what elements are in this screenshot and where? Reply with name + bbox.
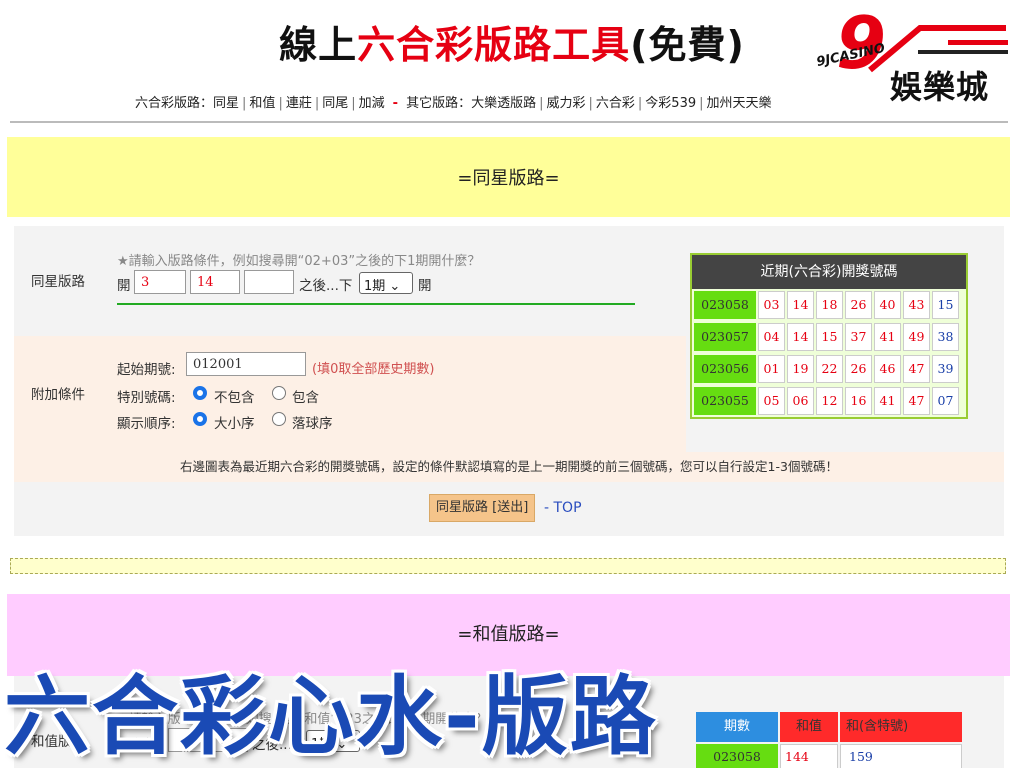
special-exclude-radio[interactable] <box>193 386 207 400</box>
recent-draws-title: 近期(六合彩)開獎號碼 <box>692 255 966 289</box>
chevron-down-icon: ⌄ <box>389 279 401 294</box>
special-include-radio[interactable] <box>272 386 286 400</box>
period-select[interactable]: 1期 ⌄ <box>359 272 413 294</box>
recent-draws-table: 近期(六合彩)開獎號碼 023058 03 14 18 26 40 43 15 023057 04… <box>690 253 968 419</box>
nav-link-sum[interactable]: 和值 <box>249 96 275 111</box>
draw-number: 22 <box>816 355 843 383</box>
nav-link-539[interactable]: 今彩539 <box>645 96 696 111</box>
sum-table-head-sum: 和值 <box>780 712 838 742</box>
table-row: 023056 01 19 22 26 46 47 39 <box>692 353 966 385</box>
draw-number: 15 <box>816 323 843 351</box>
order-drop-radio[interactable] <box>272 412 286 426</box>
nav-link-california[interactable]: 加州天天樂 <box>707 96 772 111</box>
draw-number: 14 <box>787 323 814 351</box>
table-row: 023055 05 06 12 16 41 47 07 <box>692 385 966 417</box>
start-period-label: 起始期號: <box>117 362 176 378</box>
top-link[interactable]: - TOP <box>544 500 582 516</box>
after-label: 之後...下 <box>299 278 353 294</box>
table-row: 023057 04 14 15 37 41 49 38 <box>692 321 966 353</box>
order-size-label: 大小序 <box>214 416 255 432</box>
same-star-hint: ★請輸入版路條件，例如搜尋開“02+03”之後的下1期開什麼？ <box>117 254 481 269</box>
draw-number: 12 <box>816 387 843 415</box>
nav-link-same-star[interactable]: 同星 <box>213 96 239 111</box>
period-select-value: 1期 <box>364 279 386 294</box>
draw-number: 46 <box>874 355 901 383</box>
draw-number: 41 <box>874 387 901 415</box>
start-period-input[interactable]: 012001 <box>186 352 306 376</box>
draw-number: 05 <box>758 387 785 415</box>
draw-special-number: 07 <box>932 387 959 415</box>
same-star-submit-button[interactable]: 同星版路 [送出] <box>429 494 536 522</box>
sum-row-sum: 144 <box>780 744 838 768</box>
draw-number: 41 <box>874 323 901 351</box>
order-size-radio[interactable] <box>193 412 207 426</box>
draw-number: 49 <box>903 323 930 351</box>
display-order-label: 顯示順序: <box>117 416 176 432</box>
draw-number: 16 <box>845 387 872 415</box>
draw-number: 47 <box>903 387 930 415</box>
extra-conditions-label: 附加條件 <box>31 387 85 403</box>
number-input-3[interactable] <box>244 270 294 294</box>
draw-number: 40 <box>874 291 901 319</box>
table-row: 023058 03 14 18 26 40 43 15 <box>692 289 966 321</box>
top-navigation: 六合彩版路：同星 | 和值 | 連莊 | 同尾 | 加減 - 其它版路：大樂透版路 | 威力彩 | 六合彩 |… <box>135 96 772 111</box>
section1-note: 右邊圖表為最近期六合彩的開獎號碼，設定的條件默認填寫的是上一期開獎的前三個號碼，… <box>14 452 1004 482</box>
sum-row-sum-special: 159 <box>840 744 962 768</box>
same-star-label: 同星版路 <box>31 274 85 290</box>
overlay-headline: 六合彩心水-版路 <box>4 667 658 767</box>
draw-period: 023058 <box>694 291 756 319</box>
open-label: 開 <box>117 278 131 294</box>
sum-row-period: 023058 <box>696 744 778 768</box>
draw-number: 04 <box>758 323 785 351</box>
order-drop-label: 落球序 <box>292 416 333 432</box>
title-prefix: 線上 <box>279 23 358 67</box>
draw-special-number: 15 <box>932 291 959 319</box>
section-divider <box>10 558 1006 574</box>
section1-banner: =同星版路= <box>7 137 1010 217</box>
header-divider <box>10 121 1008 123</box>
draw-period: 023056 <box>694 355 756 383</box>
draw-number: 01 <box>758 355 785 383</box>
special-exclude-label: 不包含 <box>214 390 255 406</box>
special-number-label: 特別號碼: <box>117 390 176 406</box>
draw-number: 19 <box>787 355 814 383</box>
draw-period: 023057 <box>694 323 756 351</box>
title-suffix: (免費) <box>630 23 745 67</box>
section1-extra-row <box>14 336 686 452</box>
draw-number: 47 <box>903 355 930 383</box>
nav-group1-label: 六合彩版路： <box>135 96 214 111</box>
draw-special-number: 38 <box>932 323 959 351</box>
draw-number: 18 <box>816 291 843 319</box>
number-input-2[interactable]: 14 <box>190 270 240 294</box>
sum-table-head-sum-special: 和(含特號) <box>840 712 962 742</box>
nav-link-streak[interactable]: 連莊 <box>286 96 312 111</box>
draw-number: 03 <box>758 291 785 319</box>
nav-link-same-tail[interactable]: 同尾 <box>322 96 348 111</box>
nav-link-lotto[interactable]: 大樂透版路 <box>471 96 536 111</box>
draw-number: 14 <box>787 291 814 319</box>
draw-number: 43 <box>903 291 930 319</box>
draw-period: 023055 <box>694 387 756 415</box>
open-label-2: 開 <box>418 278 432 294</box>
special-include-label: 包含 <box>292 390 319 406</box>
draw-number: 26 <box>845 291 872 319</box>
sum-table: 期數 和值 和(含特號) 023058 144 159 <box>696 712 966 768</box>
sum-table-head-period: 期數 <box>696 712 778 742</box>
draw-special-number: 39 <box>932 355 959 383</box>
draw-number: 06 <box>787 387 814 415</box>
start-period-hint: (填0取全部歷史期數) <box>312 362 435 377</box>
nav-link-power[interactable]: 威力彩 <box>546 96 585 111</box>
green-divider <box>117 303 635 305</box>
nav-group2-label: 其它版路： <box>406 96 472 111</box>
nav-link-marksix[interactable]: 六合彩 <box>596 96 635 111</box>
nav-separator: - <box>392 96 399 111</box>
nav-link-add-sub[interactable]: 加減 <box>359 96 385 111</box>
number-input-1[interactable]: 3 <box>134 270 186 294</box>
draw-number: 26 <box>845 355 872 383</box>
table-row: 023058 144 159 <box>696 744 966 768</box>
draw-number: 37 <box>845 323 872 351</box>
logo-text: 娛樂城 <box>890 68 990 106</box>
title-highlight: 六合彩版路工具 <box>357 23 631 67</box>
